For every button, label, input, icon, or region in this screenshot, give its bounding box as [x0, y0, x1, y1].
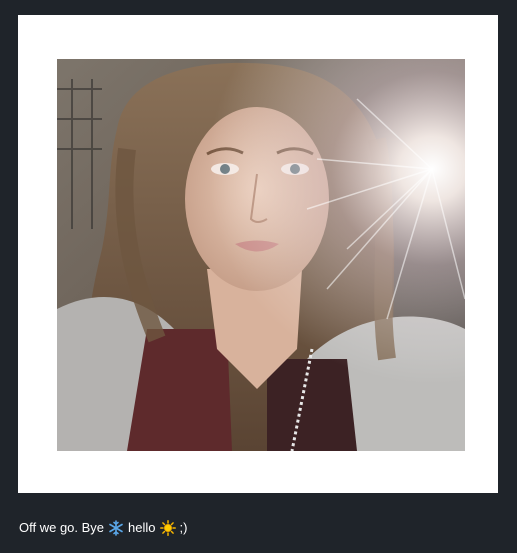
photo-image [57, 59, 465, 451]
caption-text-part2: hello [128, 520, 156, 535]
caption-text-part3: ;) [179, 520, 188, 535]
post-card: Off we go. Bye hello ;) [0, 0, 517, 553]
caption-text-part1: Off we go. Bye [19, 520, 105, 535]
snowflake-icon [108, 520, 124, 536]
sun-icon [159, 520, 176, 536]
photo-frame [18, 15, 498, 493]
post-photo[interactable] [57, 59, 465, 451]
post-caption: Off we go. Bye hello ;) [19, 518, 187, 538]
